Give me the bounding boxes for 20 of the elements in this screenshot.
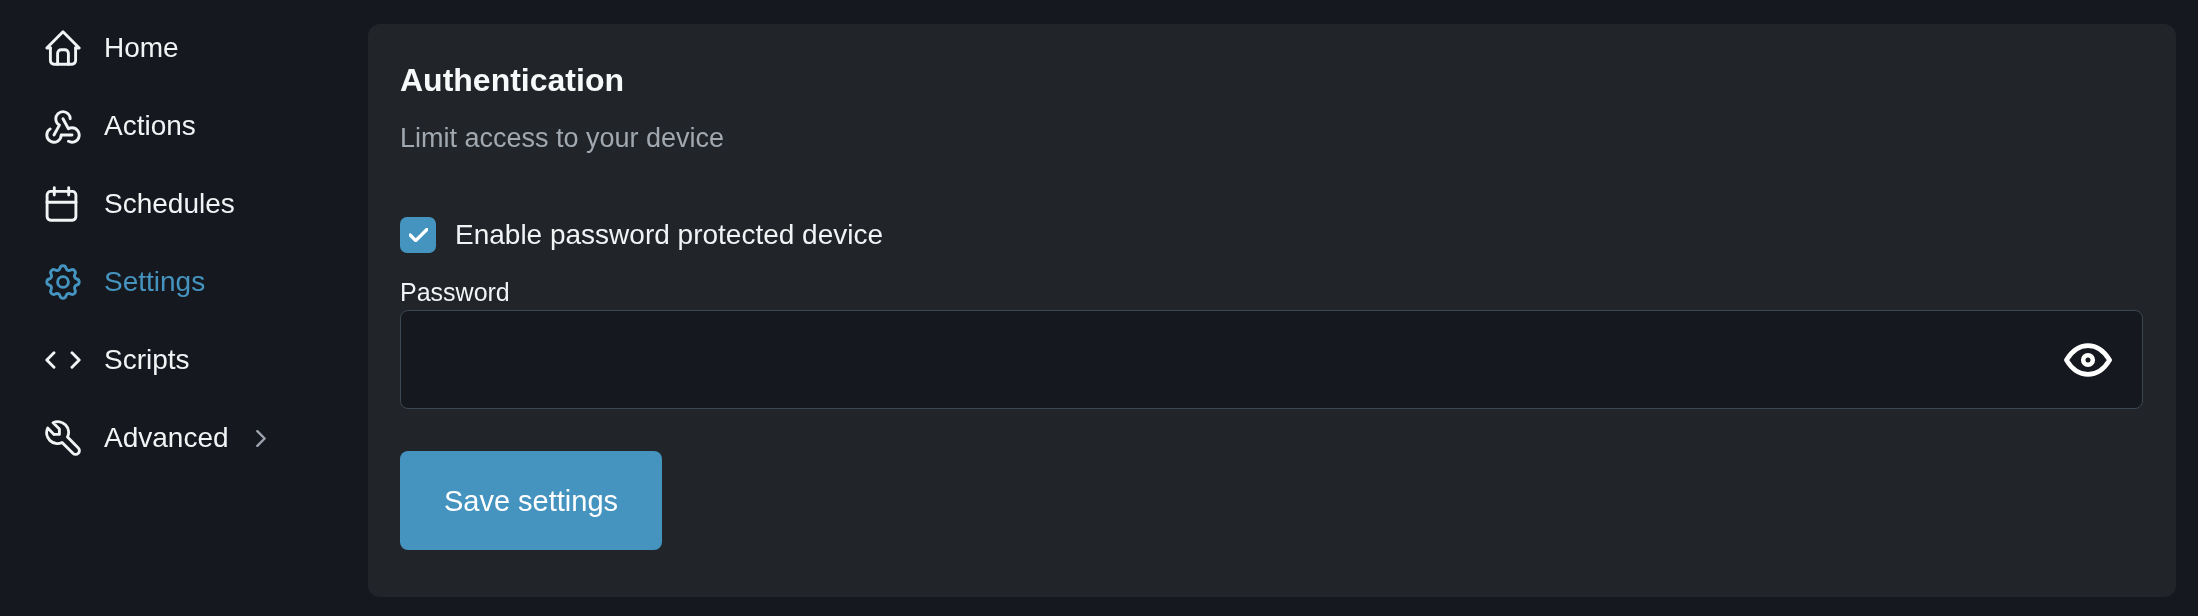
checkbox-label[interactable]: Enable password protected device [455, 217, 884, 253]
section-title: Authentication [400, 62, 624, 98]
checkbox[interactable] [400, 217, 436, 253]
sidebar-item[interactable]: Settings [45, 254, 206, 310]
sidebar-item[interactable]: Home [45, 20, 179, 76]
field-label: Password [400, 277, 510, 307]
check-icon [408, 228, 428, 242]
wrench-icon [45, 420, 81, 456]
webhook-icon [45, 108, 81, 144]
sidebar-item[interactable]: Schedules [45, 176, 235, 232]
home-icon [45, 30, 81, 66]
sidebar-item[interactable]: Advanced [45, 410, 266, 466]
eye-icon[interactable] [2064, 342, 2112, 377]
section-subtitle: Limit access to your device [400, 122, 725, 155]
sidebar-item[interactable]: Scripts [45, 332, 190, 388]
code-icon [45, 351, 81, 369]
password-field[interactable] [400, 310, 2143, 409]
calendar-icon [45, 186, 78, 222]
settings-icon [45, 264, 81, 300]
sidebar-item[interactable]: Actions [45, 98, 196, 154]
